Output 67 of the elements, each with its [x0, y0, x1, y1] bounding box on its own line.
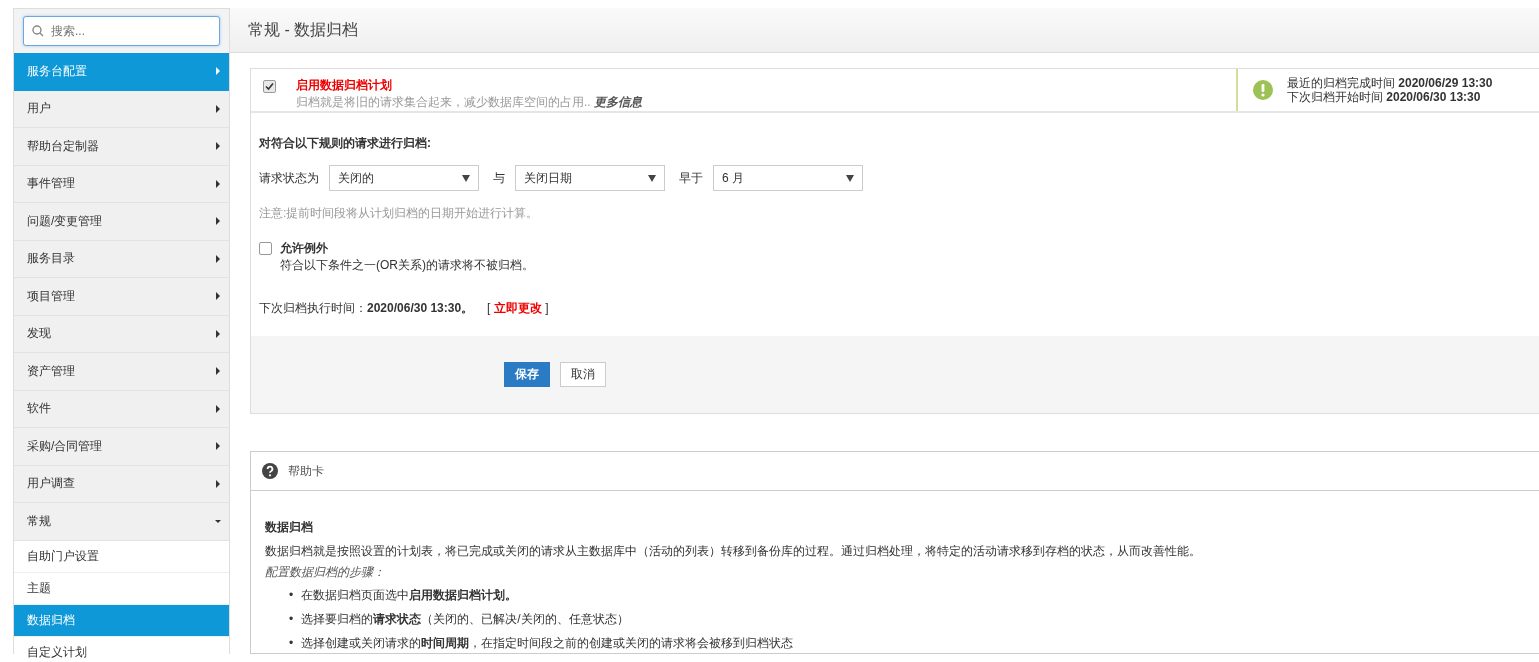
page-title: 常规 - 数据归档	[248, 19, 359, 40]
change-now-link[interactable]: [ 立即更改 ]	[487, 300, 549, 317]
caret-right-icon	[215, 142, 221, 151]
sidebar-item[interactable]: 采购/合同管理	[14, 428, 229, 466]
status-line: 最近的归档完成时间 2020/06/29 13:30	[1287, 76, 1493, 90]
step-text: 选择要归档的请求状态（关闭的、已解决/关闭的、任意状态）	[301, 611, 629, 628]
caret-right-icon	[215, 329, 221, 338]
dropdown[interactable]: 关闭的	[329, 165, 479, 191]
status-line: 下次归档开始时间 2020/06/30 13:30	[1287, 90, 1482, 104]
criteria-label: 早于	[679, 169, 703, 187]
caret-down-icon	[215, 517, 221, 526]
rules-heading: 对符合以下规则的请求进行归档:	[259, 135, 432, 152]
caret-right-icon	[215, 67, 221, 76]
enable-label: 启用数据归档计划	[296, 77, 393, 94]
sidebar-subitem[interactable]: 主题	[14, 572, 229, 605]
step-text: 选择创建或关闭请求的时间周期，在指定时间段之前的创建或关闭的请求将会被移到归档状态	[301, 635, 794, 652]
sidebar-item[interactable]: 常规	[14, 503, 229, 541]
sidebar-item[interactable]: 软件	[14, 390, 229, 428]
sidebar-item[interactable]: 项目管理	[14, 278, 229, 316]
caret-down-icon	[846, 174, 854, 182]
checkbox[interactable]	[263, 80, 276, 93]
criteria-label: 与	[493, 169, 505, 187]
bullet: •	[289, 587, 294, 604]
help-icon	[262, 463, 278, 479]
sidebar-item[interactable]: 事件管理	[14, 165, 229, 203]
cancel-button[interactable]: 取消	[560, 362, 606, 387]
help-card-title: 帮助卡	[288, 462, 324, 480]
bullet: •	[289, 635, 294, 652]
caret-right-icon	[215, 179, 221, 188]
next-run-text: 下次归档执行时间：2020/06/30 13:30。	[259, 300, 474, 317]
checkbox[interactable]	[259, 242, 272, 255]
sidebar-item[interactable]: 用户调查	[14, 465, 229, 503]
sidebar-subitem[interactable]: 自助门户设置	[14, 540, 229, 573]
sidebar-subitem[interactable]: 自定义计划	[14, 636, 229, 662]
exception-description: 符合以下条件之一(OR关系)的请求将不被归档。	[280, 257, 534, 274]
caret-right-icon	[215, 404, 221, 413]
caret-right-icon	[215, 479, 221, 488]
search-field[interactable]: 搜索...	[23, 16, 220, 46]
dropdown[interactable]: 关闭日期	[515, 165, 665, 191]
caret-right-icon	[215, 442, 221, 451]
sidebar-item[interactable]: 服务目录	[14, 240, 229, 278]
exclamation-icon	[1253, 80, 1273, 100]
sidebar-item[interactable]: 问题/变更管理	[14, 203, 229, 241]
sidebar-item[interactable]: 用户	[14, 90, 229, 128]
caret-right-icon	[215, 367, 221, 376]
help-heading: 数据归档	[265, 519, 314, 536]
sidebar-item[interactable]: 帮助台定制器	[14, 128, 229, 166]
caret-right-icon	[215, 104, 221, 113]
steps-title: 配置数据归档的步骤：	[265, 564, 386, 581]
criteria-label: 请求状态为	[259, 169, 319, 187]
caret-down-icon	[648, 174, 656, 182]
dropdown[interactable]: 6 月	[713, 165, 863, 191]
bullet: •	[289, 611, 294, 628]
caret-right-icon	[215, 254, 221, 263]
save-button[interactable]: 保存	[504, 362, 550, 387]
step-text: 在数据归档页面选中启用数据归档计划。	[301, 587, 518, 604]
exception-label: 允许例外	[280, 241, 328, 255]
enable-description: 归档就是将旧的请求集合起来，减少数据库空间的占用.. 更多信息	[296, 94, 642, 111]
search-icon	[32, 25, 44, 37]
caret-down-icon	[462, 174, 470, 182]
more-info-link[interactable]: 更多信息	[594, 95, 642, 109]
help-paragraph: 数据归档就是按照设置的计划表，将已完成或关闭的请求从主数据库中（活动的列表）转移到备份库的过程。通过归档处理，将特定的活动请求移到存档的状态，从而改善性能。	[265, 543, 1202, 560]
sidebar-item[interactable]: 资产管理	[14, 353, 229, 391]
caret-right-icon	[215, 292, 221, 301]
caret-right-icon	[215, 217, 221, 226]
note-text: 注意:提前时间段将从计划归档的日期开始进行计算。	[259, 205, 540, 222]
sidebar-item[interactable]: 发现	[14, 315, 229, 353]
